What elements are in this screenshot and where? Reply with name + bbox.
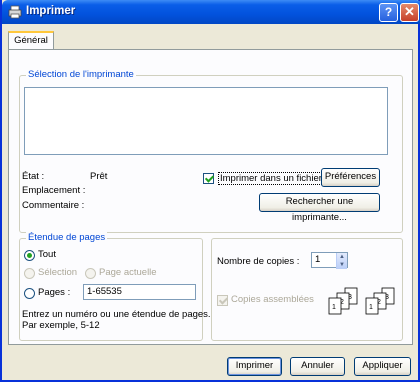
title-bar[interactable]: Imprimer ? ✕ xyxy=(2,0,420,24)
general-panel: Sélection de l'imprimante État : Prêt Em… xyxy=(8,49,413,345)
collate-checkbox[interactable] xyxy=(217,295,228,306)
collated-pages-icon: 3 2 1 xyxy=(328,287,358,315)
copies-group: Nombre de copies : 1 ▲ ▼ Copies assemblée… xyxy=(211,238,403,341)
collated-page-number: 1 xyxy=(369,304,373,311)
page-range-group: Étendue de pages Tout Sélection Page act… xyxy=(19,232,211,341)
collated-pages-icon-2: 3 2 1 xyxy=(365,287,395,315)
range-all-label[interactable]: Tout xyxy=(38,249,56,260)
page-range-label: Étendue de pages xyxy=(26,232,108,244)
range-pages-radio[interactable] xyxy=(24,288,35,299)
cancel-button[interactable]: Annuler xyxy=(290,357,345,376)
preferences-button[interactable]: Préférences xyxy=(321,168,380,187)
printer-list[interactable] xyxy=(24,87,388,155)
print-to-file-label[interactable]: Imprimer dans un fichier xyxy=(218,172,324,185)
print-button[interactable]: Imprimer xyxy=(227,357,282,376)
state-value: Prêt xyxy=(90,171,108,182)
pages-input[interactable]: 1-65535 xyxy=(83,284,196,300)
printer-icon xyxy=(8,5,22,19)
copies-number-label: Nombre de copies : xyxy=(217,256,300,267)
range-hint-line1: Entrez un numéro ou une étendue de pages… xyxy=(22,309,211,320)
copies-spinner[interactable]: ▲ ▼ xyxy=(336,253,347,269)
help-button[interactable]: ? xyxy=(379,3,398,22)
copies-number-input[interactable]: 1 ▲ ▼ xyxy=(311,252,348,269)
copies-number-value: 1 xyxy=(315,254,321,265)
find-printer-button[interactable]: Rechercher une imprimante... xyxy=(259,193,380,223)
print-dialog: Imprimer ? ✕ Général Sélection de l'impr… xyxy=(0,0,420,382)
window-title: Imprimer xyxy=(26,5,76,17)
range-hint-line2: Par exemple, 5-12 xyxy=(22,320,100,331)
print-to-file-checkbox[interactable] xyxy=(203,173,214,184)
collated-page-number: 1 xyxy=(332,304,336,311)
location-label: Emplacement : xyxy=(22,185,86,196)
printer-selection-label: Sélection de l'imprimante xyxy=(26,69,136,81)
tab-general[interactable]: Général xyxy=(8,31,54,50)
close-button[interactable]: ✕ xyxy=(400,3,419,22)
comment-label: Commentaire : xyxy=(22,200,85,211)
range-selection-label[interactable]: Sélection xyxy=(38,267,77,278)
apply-button[interactable]: Appliquer xyxy=(354,357,411,376)
range-current-page-label[interactable]: Page actuelle xyxy=(99,267,157,278)
range-pages-label[interactable]: Pages : xyxy=(38,287,70,298)
range-selection-radio[interactable] xyxy=(24,268,35,279)
range-current-page-radio[interactable] xyxy=(85,268,96,279)
printer-selection-group: Sélection de l'imprimante État : Prêt Em… xyxy=(19,69,403,233)
state-label: État : xyxy=(22,171,45,182)
collate-label[interactable]: Copies assemblées xyxy=(231,294,314,305)
range-all-radio[interactable] xyxy=(24,250,35,261)
